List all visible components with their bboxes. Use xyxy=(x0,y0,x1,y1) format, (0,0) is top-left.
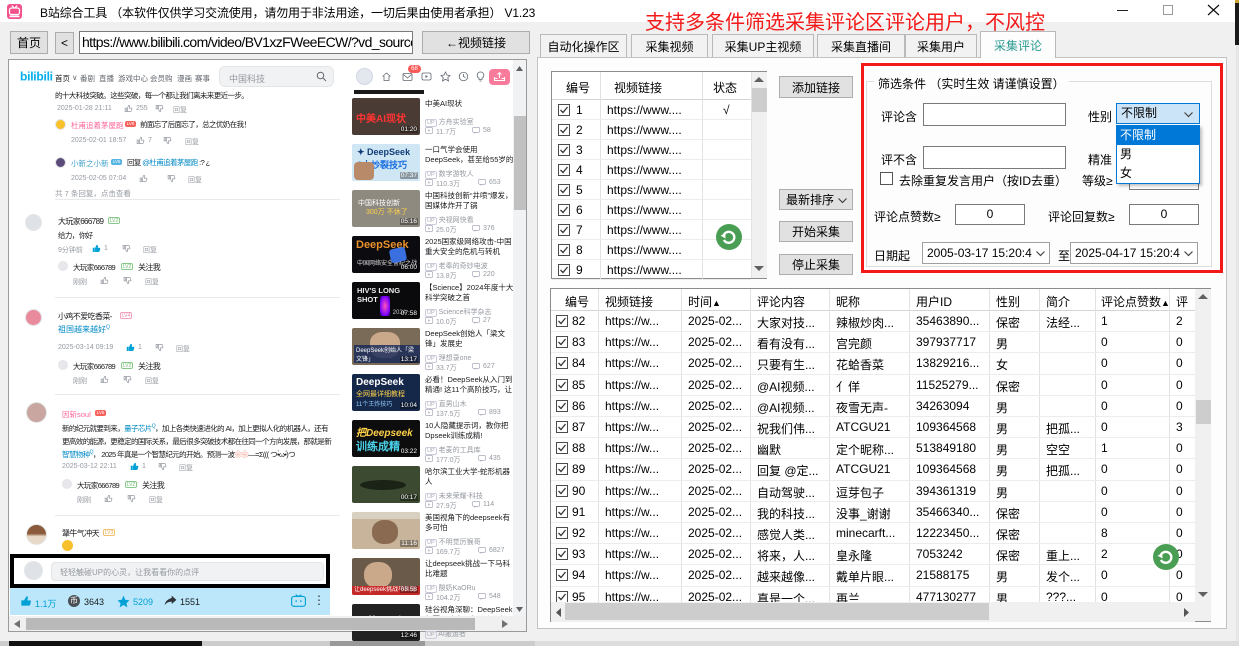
svg-text:bilibili: bilibili xyxy=(20,70,53,84)
